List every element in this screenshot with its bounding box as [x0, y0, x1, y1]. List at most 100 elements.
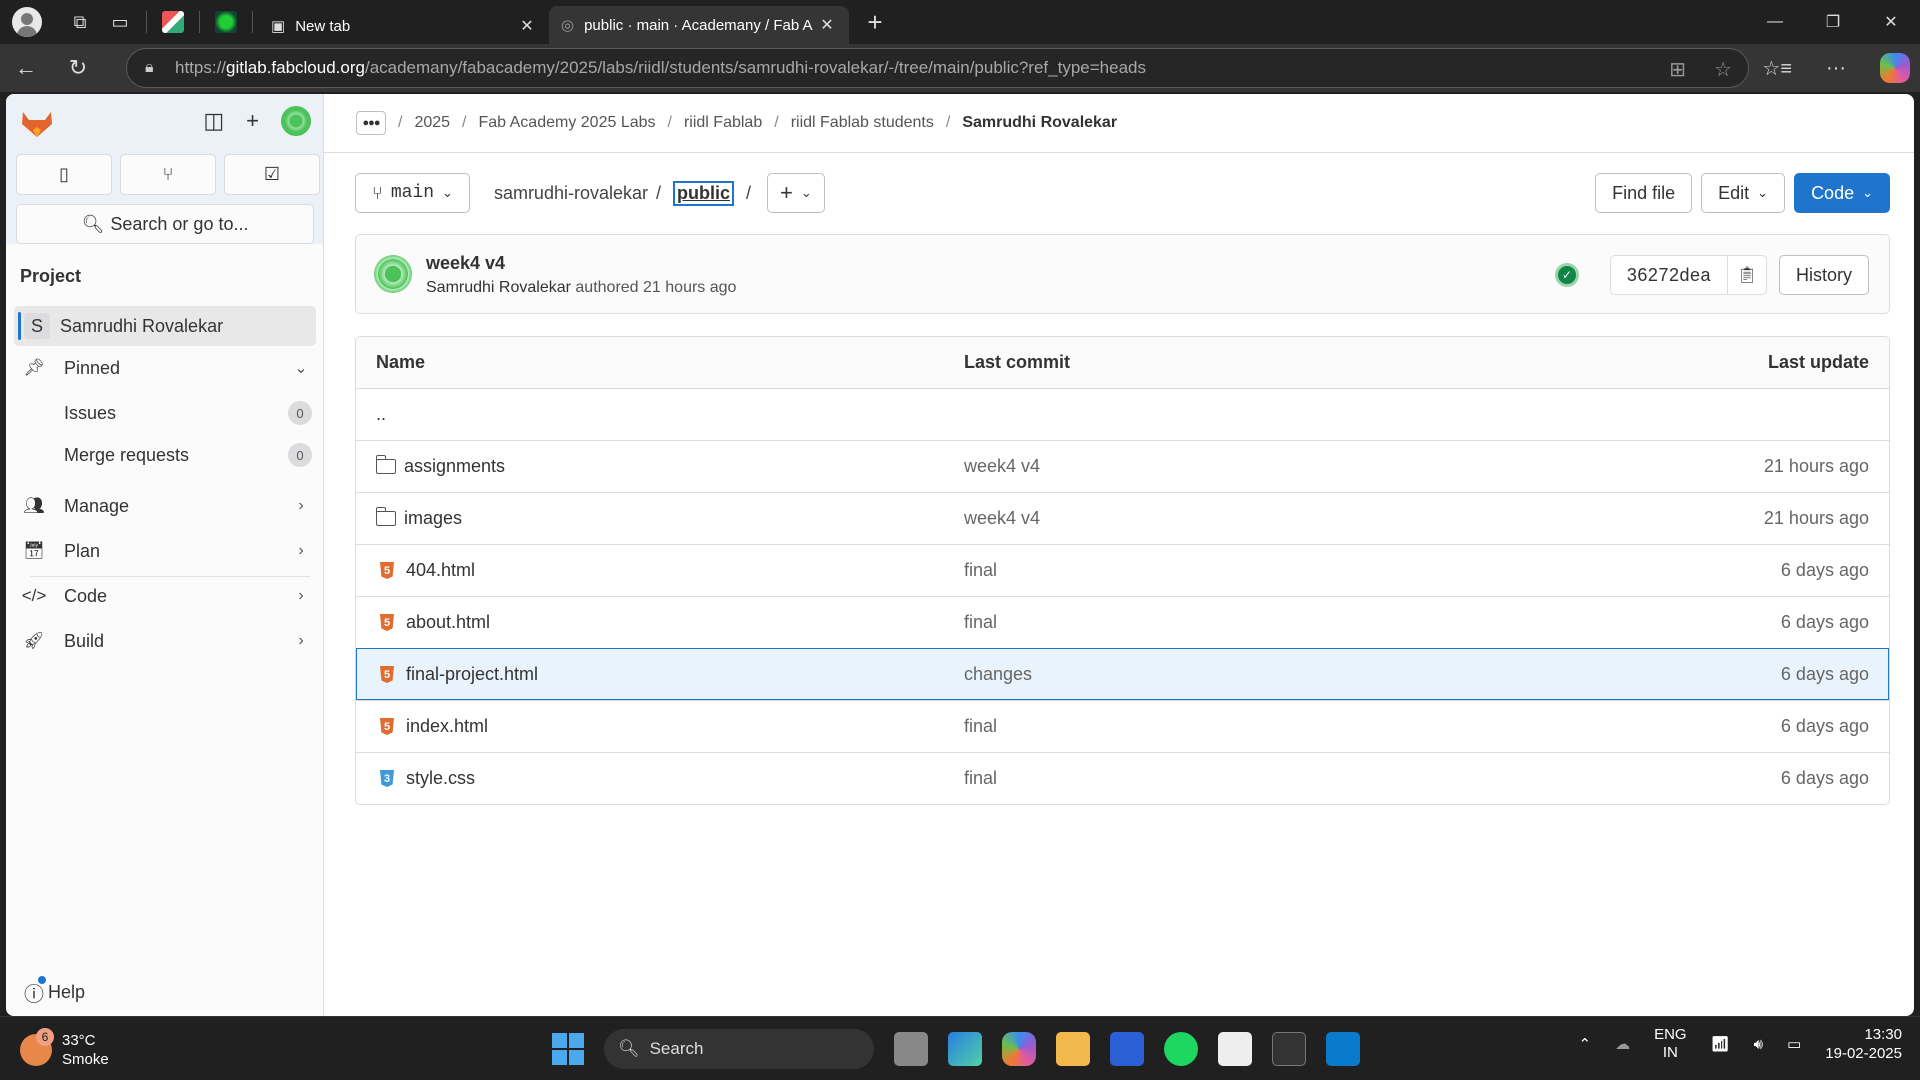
- show-hidden-icons-icon[interactable]: ⌃: [1578, 1035, 1591, 1053]
- start-button[interactable]: [552, 1033, 584, 1065]
- sidebar-item-code[interactable]: </> Code ›: [14, 576, 316, 616]
- more-menu-icon[interactable]: ···: [1826, 57, 1846, 80]
- last-commit-link[interactable]: changes: [964, 664, 1589, 685]
- volume-icon[interactable]: 🔊︎: [1754, 1036, 1763, 1053]
- find-file-button[interactable]: Find file: [1595, 173, 1693, 213]
- restore-button[interactable]: ❐: [1804, 0, 1862, 44]
- favorite-star-icon[interactable]: ☆: [1714, 57, 1732, 82]
- sidebar-item-pinned[interactable]: 📌︎ Pinned ⌄: [14, 348, 316, 388]
- create-new-icon[interactable]: +: [246, 108, 259, 134]
- breadcrumb-item[interactable]: riidl Fablab students: [791, 114, 934, 132]
- path-root-link[interactable]: samrudhi-rovalekar: [494, 183, 648, 204]
- microsoft-store-icon[interactable]: [1218, 1032, 1252, 1066]
- edit-button[interactable]: Edit ⌄: [1701, 173, 1786, 213]
- todos-shortcut-button[interactable]: ☑: [224, 154, 320, 195]
- last-commit-link[interactable]: final: [964, 560, 1589, 581]
- path-current-link[interactable]: public: [673, 180, 735, 206]
- table-row[interactable]: assignments week4 v4 21 hours ago: [356, 440, 1889, 492]
- minimize-button[interactable]: —: [1746, 0, 1804, 44]
- onedrive-offline-icon[interactable]: ☁: [1615, 1035, 1630, 1053]
- last-commit-link[interactable]: week4 v4: [964, 456, 1589, 477]
- workspaces-icon[interactable]: ⧉: [60, 0, 100, 44]
- add-to-tree-button[interactable]: + ⌄: [767, 173, 825, 213]
- last-commit-link[interactable]: final: [964, 716, 1589, 737]
- close-window-button[interactable]: ✕: [1862, 0, 1920, 44]
- last-commit-link[interactable]: final: [964, 768, 1589, 789]
- tab-new-tab[interactable]: ▣ New tab ✕: [259, 8, 549, 44]
- app-available-icon[interactable]: ⊞: [1669, 57, 1686, 82]
- breadcrumb-item[interactable]: 2025: [414, 114, 450, 132]
- table-row[interactable]: images week4 v4 21 hours ago: [356, 492, 1889, 544]
- editor-app-icon[interactable]: [1110, 1032, 1144, 1066]
- last-commit-link[interactable]: week4 v4: [964, 508, 1589, 529]
- sidebar-item-build[interactable]: 🚀︎ Build ›: [14, 621, 316, 661]
- help-button[interactable]: ⓘ Help: [24, 976, 85, 1007]
- lock-icon[interactable]: 🔒︎: [145, 59, 167, 77]
- profile-avatar-icon[interactable]: [12, 7, 42, 37]
- copy-sha-icon[interactable]: 📋︎: [1728, 256, 1766, 294]
- sidebar-item-project[interactable]: S Samrudhi Rovalekar: [14, 306, 316, 346]
- url-bar[interactable]: 🔒︎ https://gitlab.fabcloud.org/academany…: [126, 48, 1749, 88]
- clock[interactable]: 13:30 19-02-2025: [1825, 1025, 1902, 1063]
- sidebar-item-plan[interactable]: 📅︎ Plan ›: [14, 531, 316, 571]
- vscode-icon[interactable]: [1326, 1032, 1360, 1066]
- merge-requests-shortcut-button[interactable]: ⑂: [120, 154, 216, 195]
- breadcrumb-item[interactable]: Fab Academy 2025 Labs: [479, 114, 656, 132]
- task-view-icon[interactable]: [894, 1032, 928, 1066]
- sidebar-item-merge-requests[interactable]: Merge requests 0: [14, 435, 316, 475]
- file-name-link[interactable]: style.css: [406, 768, 475, 789]
- user-avatar[interactable]: [281, 106, 311, 136]
- last-commit-link[interactable]: final: [964, 612, 1589, 633]
- gitlab-logo-icon[interactable]: [20, 106, 54, 140]
- edge-browser-icon[interactable]: [948, 1032, 982, 1066]
- parent-directory-link[interactable]: ..: [356, 404, 964, 425]
- spotify-icon[interactable]: [1164, 1032, 1198, 1066]
- sidebar-item-manage[interactable]: 👥︎ Manage ›: [14, 486, 316, 526]
- close-tab-icon[interactable]: ✕: [817, 15, 837, 35]
- new-tab-button[interactable]: +: [855, 7, 895, 38]
- code-button[interactable]: Code ⌄: [1794, 173, 1890, 213]
- vertical-tabs-icon[interactable]: ▭: [100, 0, 140, 44]
- refresh-button[interactable]: ↻: [52, 44, 104, 92]
- close-tab-icon[interactable]: ✕: [517, 16, 537, 36]
- breadcrumb-item[interactable]: riidl Fablab: [684, 114, 762, 132]
- pinned-tab-favicon-2[interactable]: [206, 0, 246, 44]
- battery-icon[interactable]: ▭: [1787, 1035, 1801, 1053]
- pinned-tab-favicon-1[interactable]: [153, 0, 193, 44]
- terminal-icon[interactable]: [1272, 1032, 1306, 1066]
- table-row[interactable]: 5 final-project.html changes 6 days ago: [356, 648, 1889, 700]
- file-explorer-icon[interactable]: [1056, 1032, 1090, 1066]
- collapse-sidebar-icon[interactable]: ◫: [203, 108, 224, 134]
- search-button[interactable]: 🔍︎ Search or go to...: [16, 204, 314, 244]
- breadcrumb-current[interactable]: Samrudhi Rovalekar: [962, 114, 1117, 132]
- weather-widget[interactable]: 6 33°C Smoke: [20, 1028, 109, 1069]
- language-indicator[interactable]: ENG IN: [1654, 1026, 1687, 1062]
- taskbar-search[interactable]: 🔍︎ Search: [604, 1029, 874, 1069]
- commit-sha[interactable]: 36272dea: [1611, 256, 1728, 294]
- breadcrumb-expand-button[interactable]: ●●●: [356, 111, 386, 135]
- commit-author[interactable]: Samrudhi Rovalekar: [426, 279, 571, 296]
- parent-directory-row[interactable]: ..: [356, 388, 1889, 440]
- table-row[interactable]: 5 about.html final 6 days ago: [356, 596, 1889, 648]
- table-row[interactable]: 5 404.html final 6 days ago: [356, 544, 1889, 596]
- tab-gitlab-public[interactable]: ◎ public · main · Academany / Fab A ✕: [549, 6, 849, 44]
- file-name-link[interactable]: about.html: [406, 612, 490, 633]
- pipeline-success-icon[interactable]: ✓: [1555, 263, 1579, 287]
- sidebar-item-issues[interactable]: Issues 0: [14, 393, 316, 433]
- table-row[interactable]: 5 index.html final 6 days ago: [356, 700, 1889, 752]
- file-name-link[interactable]: index.html: [406, 716, 488, 737]
- copilot-icon[interactable]: [1880, 53, 1910, 83]
- issues-shortcut-button[interactable]: ▯: [16, 154, 112, 195]
- history-button[interactable]: History: [1778, 255, 1869, 295]
- branch-selector[interactable]: ⑂ main ⌄: [355, 173, 470, 213]
- file-name-link[interactable]: final-project.html: [406, 664, 538, 685]
- commit-author-avatar[interactable]: [374, 255, 412, 293]
- back-button[interactable]: ←: [0, 44, 52, 92]
- file-name-link[interactable]: images: [404, 508, 462, 529]
- table-row[interactable]: 3 style.css final 6 days ago: [356, 752, 1889, 804]
- file-name-link[interactable]: assignments: [404, 456, 505, 477]
- wifi-icon[interactable]: 📶︎: [1711, 1035, 1730, 1053]
- file-name-link[interactable]: 404.html: [406, 560, 475, 581]
- commit-title[interactable]: week4 v4: [426, 253, 505, 274]
- favorites-icon[interactable]: ☆≡: [1762, 56, 1792, 81]
